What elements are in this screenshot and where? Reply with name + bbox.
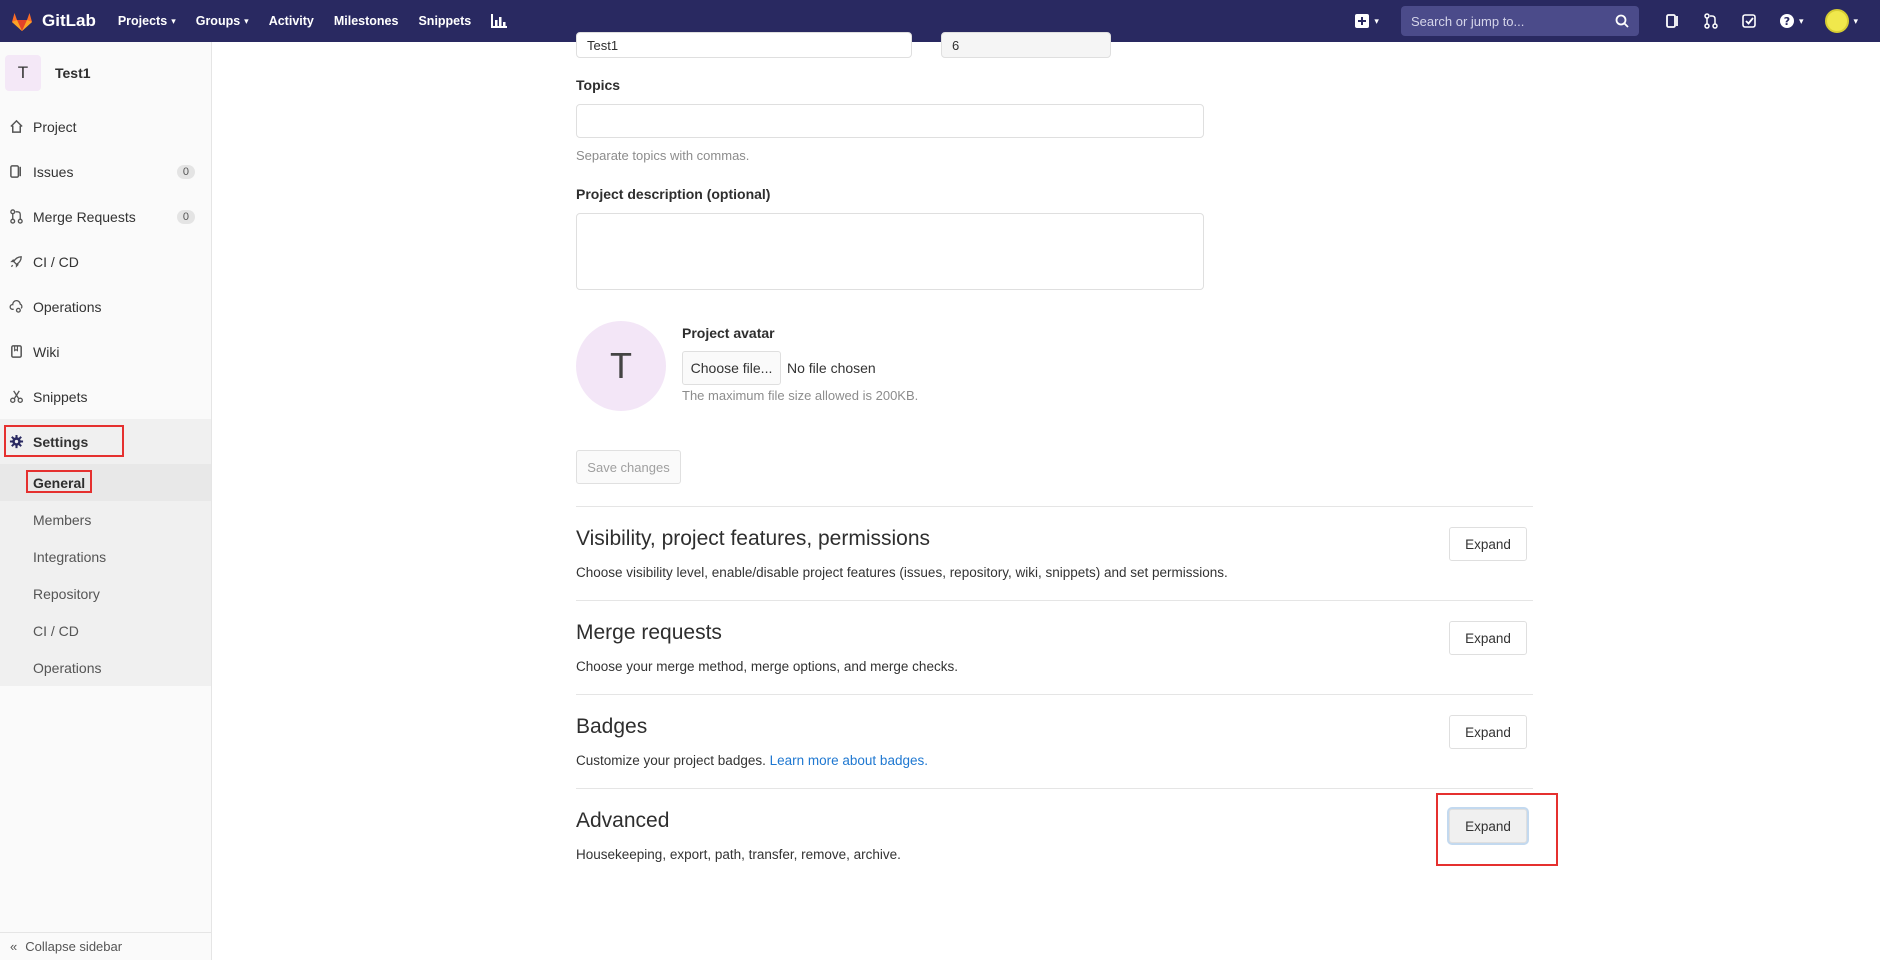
project-avatar: T [5, 55, 41, 91]
user-menu[interactable]: ▾ [1825, 9, 1858, 33]
project-id-input: 6 [941, 32, 1111, 58]
chevron-down-icon: ▾ [244, 15, 249, 26]
project-avatar-preview: T [576, 321, 666, 411]
topics-help-text: Separate topics with commas. [576, 148, 750, 163]
learn-more-badges-link[interactable]: Learn more about badges. [770, 753, 928, 768]
book-icon [11, 345, 22, 358]
no-file-text: No file chosen [787, 360, 876, 376]
section-advanced: Advanced Housekeeping, export, path, tra… [576, 788, 1533, 882]
cloud-gear-icon [9, 299, 23, 313]
sidebar-item-snippets[interactable]: Snippets [0, 374, 211, 419]
todo-icon[interactable] [1741, 13, 1757, 29]
nav-groups[interactable]: Groups ▾ [196, 14, 249, 28]
nav-snippets[interactable]: Snippets [418, 14, 471, 28]
highlight-box-general [26, 470, 92, 493]
section-description: Choose your merge method, merge options,… [576, 659, 958, 674]
chart-icon[interactable] [491, 14, 508, 28]
double-chevron-left-icon: « [10, 939, 18, 954]
sidebar-project-header[interactable]: T Test1 [0, 42, 211, 104]
highlight-box-settings [4, 425, 124, 457]
sidebar: T Test1 Project Issues 0 Merge Requests … [0, 42, 212, 960]
merge-request-icon[interactable] [1703, 13, 1719, 29]
home-icon [10, 119, 23, 133]
search-box[interactable] [1400, 6, 1639, 36]
collapse-sidebar-button[interactable]: « Collapse sidebar [0, 932, 212, 960]
nav-milestones[interactable]: Milestones [334, 14, 399, 28]
sidebar-subitem-operations[interactable]: Operations [0, 649, 211, 686]
sidebar-item-merge-requests[interactable]: Merge Requests 0 [0, 194, 211, 239]
expand-button[interactable]: Expand [1449, 621, 1527, 655]
search-input[interactable] [1410, 13, 1591, 29]
choose-file-button[interactable]: Choose file... [682, 351, 781, 385]
description-textarea[interactable] [576, 213, 1204, 290]
svg-text:?: ? [1784, 15, 1790, 28]
save-changes-button[interactable]: Save changes [576, 450, 681, 484]
main-content: Test1 6 Topics Separate topics with comm… [213, 32, 1880, 960]
section-title: Visibility, project features, permission… [576, 527, 931, 550]
brand-name: GitLab [42, 11, 96, 30]
topics-label: Topics [576, 77, 621, 93]
nav-projects[interactable]: Projects ▾ [118, 14, 176, 28]
topics-input[interactable] [576, 104, 1204, 138]
sidebar-subitem-members[interactable]: Members [0, 501, 211, 538]
chevron-down-icon: ▾ [1374, 15, 1379, 26]
sidebar-subitem-integrations[interactable]: Integrations [0, 538, 211, 575]
sidebar-item-ci-cd[interactable]: CI / CD [0, 239, 211, 284]
help-icon[interactable]: ? ▾ [1779, 13, 1804, 29]
section-description: Customize your project badges. Learn mor… [576, 753, 928, 768]
project-name-input[interactable]: Test1 [576, 32, 912, 58]
section-badges: Badges Customize your project badges. Le… [576, 694, 1533, 788]
section-title: Advanced [576, 809, 670, 832]
sidebar-item-wiki[interactable]: Wiki [0, 329, 211, 374]
chevron-down-icon: ▾ [171, 15, 176, 26]
merge-requests-count-badge: 0 [176, 209, 195, 224]
rocket-icon [10, 256, 22, 268]
issues-icon[interactable] [1665, 13, 1681, 29]
project-name: Test1 [55, 65, 91, 81]
top-navbar: GitLab Projects ▾ Groups ▾ Activity Milest… [0, 0, 1880, 42]
section-title: Merge requests [576, 621, 722, 644]
scissors-icon [10, 390, 23, 403]
section-visibility: Visibility, project features, permission… [576, 506, 1533, 600]
avatar-label: Project avatar [682, 325, 775, 341]
section-description: Choose visibility level, enable/disable … [576, 565, 1228, 580]
description-label: Project description (optional) [576, 186, 771, 202]
chevron-down-icon: ▾ [1798, 15, 1804, 26]
settings-group: Settings General Members Integrations Re… [0, 419, 211, 686]
file-size-help: The maximum file size allowed is 200KB. [682, 388, 919, 403]
new-item-icon[interactable]: ▾ [1354, 13, 1379, 29]
section-merge-requests: Merge requests Choose your merge method,… [576, 600, 1533, 694]
sidebar-subitem-repository[interactable]: Repository [0, 575, 211, 612]
tanuki-icon [12, 13, 32, 31]
highlight-box-advanced-expand [1436, 793, 1558, 866]
merge-request-icon [10, 209, 23, 224]
section-title: Badges [576, 715, 648, 738]
sidebar-item-project[interactable]: Project [0, 104, 211, 149]
nav-activity[interactable]: Activity [269, 14, 314, 28]
issues-icon [10, 165, 21, 178]
sidebar-subitem-ci-cd[interactable]: CI / CD [0, 612, 211, 649]
issues-count-badge: 0 [176, 164, 195, 179]
sidebar-item-issues[interactable]: Issues 0 [0, 149, 211, 194]
expand-button[interactable]: Expand [1449, 527, 1527, 561]
section-description: Housekeeping, export, path, transfer, re… [576, 847, 901, 862]
gitlab-logo[interactable]: GitLab [10, 9, 96, 33]
chevron-down-icon: ▾ [1853, 15, 1858, 26]
sidebar-item-operations[interactable]: Operations [0, 284, 211, 329]
expand-button[interactable]: Expand [1449, 715, 1527, 749]
user-avatar [1825, 9, 1850, 33]
search-icon [1615, 14, 1629, 28]
